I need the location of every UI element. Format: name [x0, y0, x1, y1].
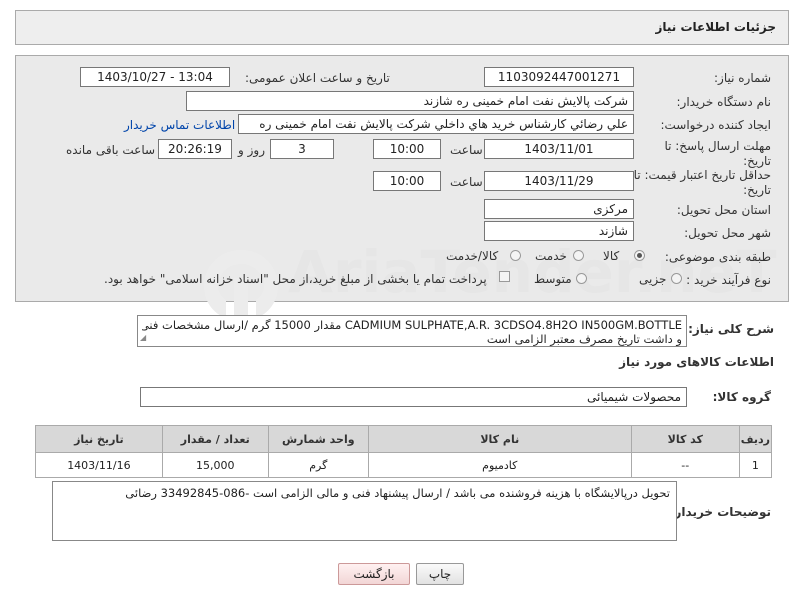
description-textarea[interactable]: CADMIUM SULPHATE,A.R. 3CDSO4.8H2O IN500G…: [137, 315, 687, 347]
creator-field[interactable]: علي رضائي کارشناس خريد هاي داخلي شرکت پا…: [238, 114, 634, 134]
goods-section-title: اطلاعات کالاهای مورد نیاز: [619, 355, 774, 369]
validity-date-label: تاریخ:: [743, 183, 771, 197]
cell-unit: گرم: [267, 452, 369, 478]
process-label: نوع فرآیند خرید :: [686, 273, 771, 287]
buyer-notes-textarea[interactable]: تحویل درپالایشگاه با هزینه فروشنده می با…: [52, 481, 677, 541]
validity-date-field[interactable]: 1403/11/29: [484, 171, 634, 191]
cell-item-name: کادمیوم: [367, 452, 632, 478]
category-option-service: خدمت: [535, 249, 567, 263]
deadline-time-field[interactable]: 10:00: [373, 139, 441, 159]
need-number-label: شماره نیاز:: [714, 71, 771, 85]
process-option-medium: متوسط: [534, 272, 572, 286]
buyer-field[interactable]: شرکت پالایش نفت امام خمینی ره شازند: [186, 91, 634, 111]
remaining-label: ساعت باقی مانده: [66, 143, 156, 157]
cell-quantity: 15,000: [161, 452, 269, 478]
remaining-days-field[interactable]: 3: [270, 139, 334, 159]
validity-label: حداقل تاریخ اعتبار قیمت: تا: [633, 168, 771, 182]
process-radio-minor[interactable]: [671, 273, 682, 284]
deadline-label: مهلت ارسال پاسخ: تا: [664, 139, 771, 153]
deadline-time-label: ساعت: [450, 143, 483, 157]
col-item-name: نام کالا: [367, 425, 632, 453]
category-radio-goods-service[interactable]: [510, 250, 521, 261]
announce-date-field[interactable]: 1403/10/27 - 13:04: [80, 67, 230, 87]
description-label: شرح کلی نیاز:: [688, 322, 774, 336]
cell-need-date: 1403/11/16: [35, 452, 163, 478]
announce-date-label: تاریخ و ساعت اعلان عمومی:: [245, 71, 390, 85]
category-radio-goods[interactable]: [634, 250, 645, 261]
goods-group-field[interactable]: محصولات شیمیائی: [140, 387, 687, 407]
buyer-notes-text: تحویل درپالایشگاه با هزینه فروشنده می با…: [125, 486, 670, 500]
days-label: روز و: [238, 143, 265, 157]
page-header: جزئیات اطلاعات نیاز: [15, 10, 789, 45]
treasury-payment-note: پرداخت تمام یا بخشی از مبلغ خرید،از محل …: [104, 272, 487, 286]
col-quantity: تعداد / مقدار: [161, 425, 269, 453]
print-button[interactable]: چاپ: [416, 563, 464, 585]
treasury-payment-checkbox[interactable]: [499, 271, 510, 282]
category-option-goods-service: کالا/خدمت: [446, 249, 499, 263]
col-need-date: تاریخ نیاز: [35, 425, 163, 453]
city-label: شهر محل تحویل:: [684, 226, 771, 240]
need-number-field[interactable]: 1103092447001271: [484, 67, 634, 87]
buyer-label: نام دستگاه خریدار:: [676, 95, 772, 109]
back-button[interactable]: بازگشت: [338, 563, 410, 585]
deadline-date-field[interactable]: 1403/11/01: [484, 139, 634, 159]
province-label: استان محل تحویل:: [676, 203, 771, 217]
description-line-2: و داشت تاریخ مصرف معتبر الزامی است: [486, 332, 682, 346]
description-line-1: CADMIUM SULPHATE,A.R. 3CDSO4.8H2O IN500G…: [142, 318, 682, 332]
city-field[interactable]: شازند: [484, 221, 634, 241]
validity-time-label: ساعت: [450, 175, 483, 189]
process-radio-medium[interactable]: [576, 273, 587, 284]
goods-table: ردیف کد کالا نام کالا واحد شمارش تعداد /…: [35, 425, 773, 478]
goods-group-label: گروه کالا:: [712, 390, 771, 404]
col-item-code: کد کالا: [630, 425, 740, 453]
process-option-minor: جزیی: [639, 272, 667, 286]
category-radio-service[interactable]: [573, 250, 584, 261]
col-unit: واحد شمارش: [267, 425, 369, 453]
buyer-contact-link[interactable]: اطلاعات تماس خریدار: [124, 118, 235, 132]
category-option-goods: کالا: [603, 249, 620, 263]
province-field[interactable]: مرکزی: [484, 199, 634, 219]
table-row[interactable]: 1 -- کادمیوم گرم 15,000 1403/11/16: [35, 452, 773, 478]
page-title: جزئیات اطلاعات نیاز: [655, 20, 776, 34]
cell-item-code: --: [630, 452, 740, 478]
validity-time-field[interactable]: 10:00: [373, 171, 441, 191]
creator-label: ایجاد کننده درخواست:: [660, 118, 771, 132]
remaining-time-field[interactable]: 20:26:19: [158, 139, 232, 159]
goods-table-header: ردیف کد کالا نام کالا واحد شمارش تعداد /…: [35, 425, 773, 453]
deadline-date-label: تاریخ:: [743, 154, 771, 168]
cell-row-number: 1: [738, 452, 773, 478]
buyer-notes-label: توضیحات خریدار:: [669, 505, 771, 519]
category-label: طبقه بندی موضوعی:: [664, 250, 771, 264]
col-row-number: ردیف: [738, 425, 773, 453]
resize-grip-icon[interactable]: ◢: [140, 331, 146, 345]
